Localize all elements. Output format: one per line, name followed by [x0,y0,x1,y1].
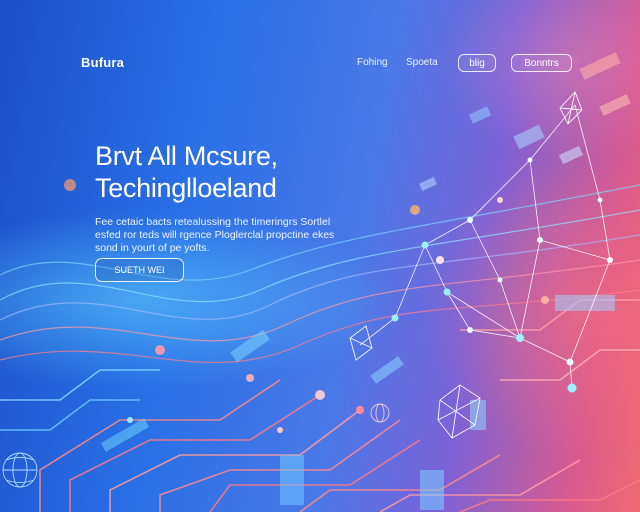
hero-description: Fee cetaic bacts retealussing the timeri… [95,216,335,254]
top-navigation: Bufura Fohing Spoeta blig Bonntrs [0,0,640,120]
polyhedron-icon [349,91,583,439]
brand-logo[interactable]: Bufura [81,55,124,70]
nav-link-spoeta[interactable]: Spoeta [406,57,438,68]
hero-title: Brvt All Mcsure, Techinglloeland [95,140,375,204]
hero-title-line-2: Techinglloeland [95,173,277,203]
hero-title-line-1: Brvt All Mcsure, [95,141,278,171]
hero-section: Brvt All Mcsure, Techinglloeland Fee cet… [95,140,375,255]
network-graph-icon [359,104,611,389]
nav-link-fohing[interactable]: Fohing [357,57,388,68]
nav-button-blig[interactable]: blig [458,54,496,72]
globe-icon [2,403,390,488]
nav-button-bonntrs[interactable]: Bonntrs [511,54,572,72]
hero-cta-button[interactable]: SUETH WEI [95,258,184,282]
